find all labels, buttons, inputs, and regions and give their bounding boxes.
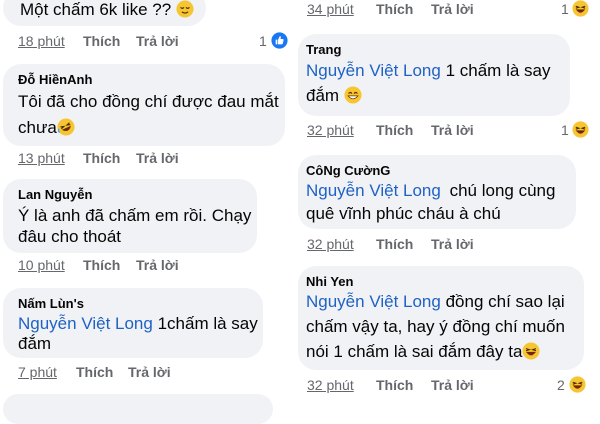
like-link[interactable]: Thích — [83, 150, 120, 166]
comment-text-line: đắm — [18, 334, 52, 353]
comment-text-line: đồng chí sao lại — [445, 292, 565, 311]
comment-author[interactable]: Nhi Yen — [306, 274, 353, 289]
comment-text: Một chấm 6k like ?? — [20, 0, 194, 20]
comment-text-line: Tôi đã cho đồng chí được đau mắt — [18, 92, 279, 111]
reply-link[interactable]: Trả lời — [431, 377, 474, 393]
comment-text-line: đâu cho thoát — [18, 227, 122, 246]
comment-text-line: chưa — [18, 118, 57, 137]
comment-text-line: nói 1 chấm là sai đắm đây ta — [306, 342, 523, 361]
comment-text-line: quê vĩnh phúc cháu à chú — [306, 204, 501, 223]
comment-text: Nguyễn Việt Long 1chấm là say — [18, 314, 258, 334]
user-mention[interactable]: Nguyễn Việt Long — [306, 292, 441, 311]
user-mention[interactable]: Nguyễn Việt Long — [306, 181, 441, 200]
like-link[interactable]: Thích — [376, 377, 413, 393]
comment-bubble — [3, 394, 273, 424]
reply-link[interactable]: Trả lời — [136, 257, 179, 273]
comment-text-line: chấm vậy ta, hay ý đồng chí muốn — [306, 317, 565, 336]
comment-timestamp[interactable]: 10 phút — [18, 257, 65, 273]
comment-timestamp[interactable]: 34 phút — [307, 1, 354, 17]
like-link[interactable]: Thích — [76, 364, 113, 380]
rolling-laughing-emoji — [57, 118, 75, 136]
reaction-count[interactable]: 1 — [561, 122, 569, 138]
like-link[interactable]: Thích — [83, 33, 120, 49]
laugh-icon[interactable] — [572, 0, 589, 17]
reply-link[interactable]: Trả lời — [136, 150, 179, 166]
relieved-face-emoji — [176, 0, 194, 18]
comment-timestamp[interactable]: 7 phút — [18, 364, 57, 380]
reaction-count[interactable]: 1 — [259, 33, 267, 49]
comment-text: chưa — [18, 118, 75, 138]
laughing-face-emoji — [522, 342, 540, 360]
right-comment-column: 34 phút Thích Trả lời 1 Trang Nguyễn Việ… — [295, 0, 600, 400]
laugh-icon[interactable] — [569, 376, 586, 393]
like-link[interactable]: Thích — [83, 257, 120, 273]
comment-text-line: đắm — [306, 86, 340, 105]
comment-text-line: 1 chấm là say — [445, 61, 551, 80]
reply-link[interactable]: Trả lời — [128, 364, 171, 380]
reply-link[interactable]: Trả lời — [431, 1, 474, 17]
reply-link[interactable]: Trả lời — [136, 33, 179, 49]
comment-text-line: Một chấm 6k like ?? — [20, 0, 172, 19]
comment-author[interactable]: Nấm Lùn's — [18, 296, 84, 311]
left-comment-column: Một chấm 6k like ?? 18 phút Thích Trả lờ… — [0, 0, 295, 424]
comment-timestamp[interactable]: 32 phút — [307, 236, 354, 252]
user-mention[interactable]: Nguyễn Việt Long — [306, 61, 441, 80]
comment-text-line: 1chấm là say — [157, 314, 258, 333]
like-link[interactable]: Thích — [376, 236, 413, 252]
comment-text: đắm — [306, 86, 362, 106]
reaction-count[interactable]: 1 — [561, 1, 569, 17]
comment-text: Nguyễn Việt Long chú long cùng — [306, 181, 555, 201]
comment-text: Nguyễn Việt Long đồng chí sao lại — [306, 292, 565, 312]
comment-timestamp[interactable]: 32 phút — [307, 122, 354, 138]
like-link[interactable]: Thích — [376, 122, 413, 138]
comment-timestamp[interactable]: 18 phút — [18, 33, 65, 49]
comment-author[interactable]: CôNg CườnG — [306, 163, 390, 178]
like-icon[interactable] — [271, 32, 288, 49]
comment-author[interactable]: Lan Nguyễn — [18, 187, 92, 202]
comment-author[interactable]: Trang — [306, 42, 341, 57]
comment-text: nói 1 chấm là sai đắm đây ta — [306, 342, 540, 362]
laugh-icon[interactable] — [572, 121, 589, 138]
comment-timestamp[interactable]: 13 phút — [18, 150, 65, 166]
reply-link[interactable]: Trả lời — [431, 122, 474, 138]
grinning-face-emoji — [344, 86, 362, 104]
reaction-count[interactable]: 2 — [557, 377, 565, 393]
reply-link[interactable]: Trả lời — [431, 236, 474, 252]
comment-text-line: chú long cùng — [449, 181, 556, 200]
like-link[interactable]: Thích — [376, 1, 413, 17]
comment-timestamp[interactable]: 32 phút — [307, 377, 354, 393]
user-mention[interactable]: Nguyễn Việt Long — [18, 314, 153, 333]
comment-author[interactable]: Đỗ HiềnAnh — [18, 72, 92, 87]
comment-text: Nguyễn Việt Long 1 chấm là say — [306, 61, 550, 81]
comment-text-line: Ý là anh đã chấm em rồi. Chạy — [18, 206, 252, 225]
